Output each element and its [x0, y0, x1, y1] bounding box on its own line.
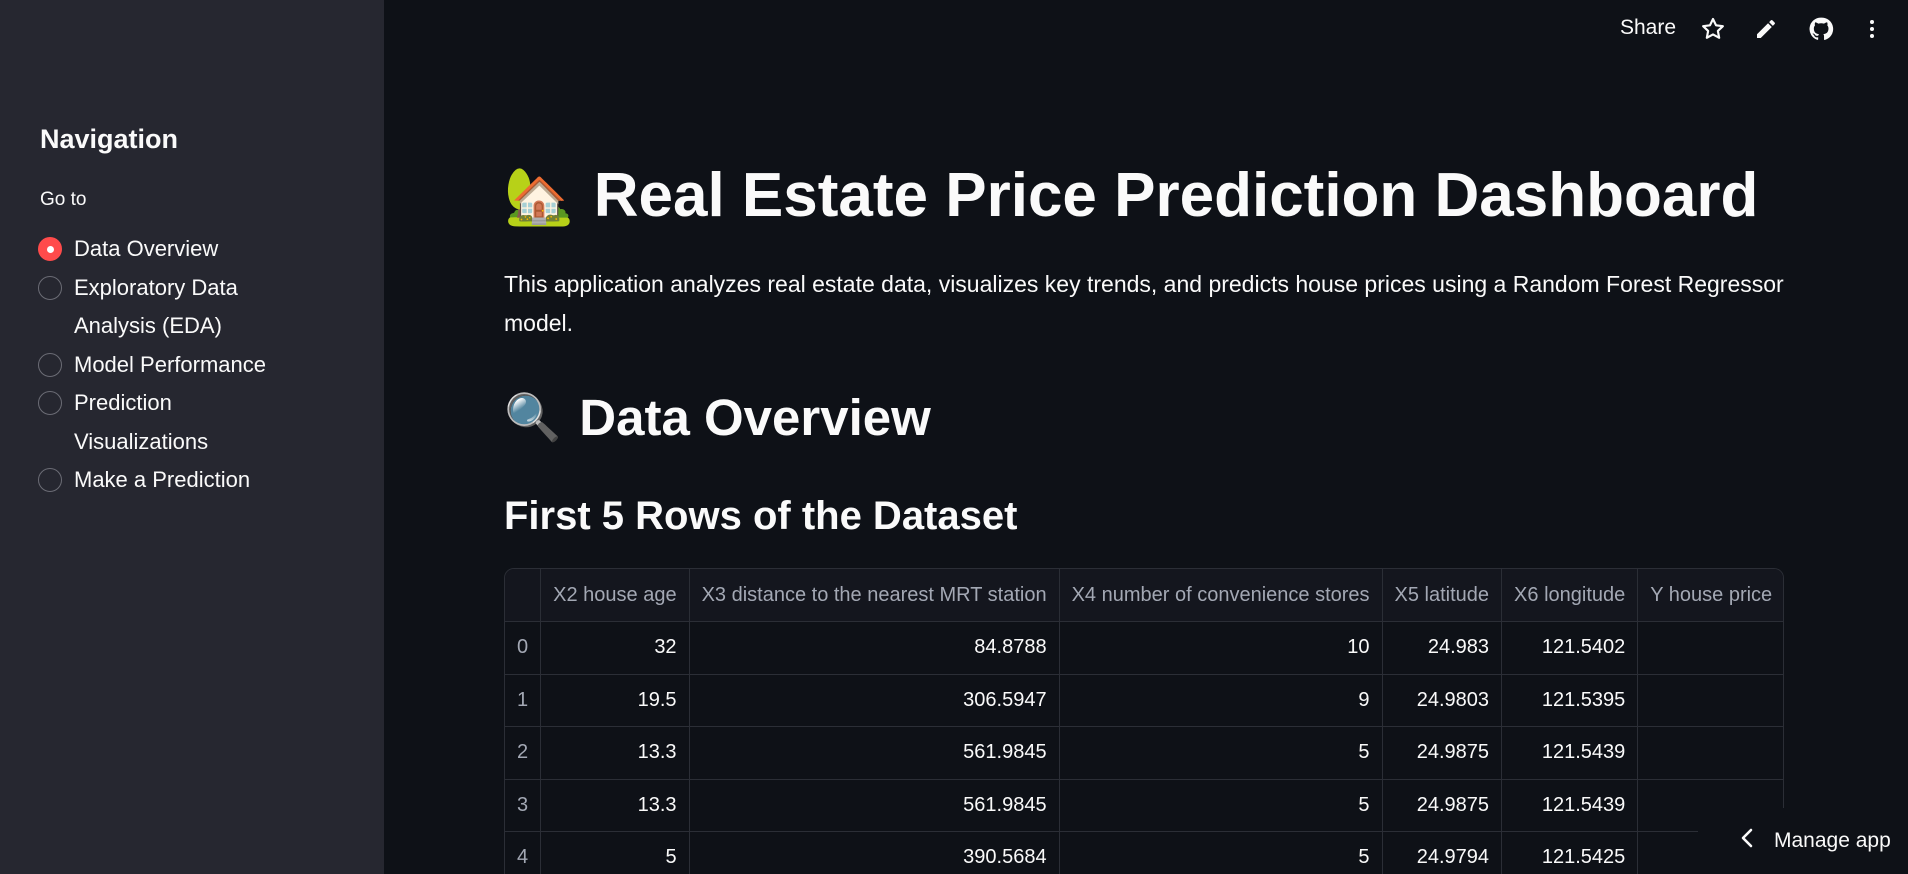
table-cell[interactable]: 24.9875	[1382, 726, 1503, 780]
column-header[interactable]: Y house price	[1637, 569, 1783, 622]
nav-option-make-prediction[interactable]: Make a Prediction	[38, 461, 358, 500]
nav-option-eda[interactable]: Exploratory Data Analysis (EDA)	[38, 269, 358, 346]
table-cell[interactable]	[1637, 674, 1783, 727]
column-header-index[interactable]	[505, 569, 542, 622]
radio-unchecked-icon	[38, 275, 62, 300]
column-header[interactable]: X3 distance to the nearest MRT station	[689, 569, 1060, 622]
table-row: 0 32 84.8788 10 24.983 121.5402	[505, 621, 1783, 675]
table-cell[interactable]: 5	[1059, 779, 1383, 832]
table-cell[interactable]: 19.5	[540, 674, 690, 727]
row-index: 3	[505, 779, 542, 832]
table-cell[interactable]	[1637, 726, 1783, 780]
table-cell[interactable]	[1637, 621, 1783, 675]
page-title-text: Real Estate Price Prediction Dashboard	[593, 161, 1759, 230]
radio-unchecked-icon	[38, 468, 62, 492]
radio-checked-icon	[38, 237, 62, 261]
table-row: 4 5 390.5684 5 24.9794 121.5425	[505, 831, 1783, 874]
table-cell[interactable]: 5	[1059, 726, 1383, 780]
manage-app-label: Manage app	[1774, 829, 1891, 852]
row-index: 1	[505, 674, 542, 727]
magnifier-emoji-icon: 🔍	[504, 390, 562, 444]
table-row: 2 13.3 561.9845 5 24.9875 121.5439	[505, 726, 1783, 780]
column-header[interactable]: X6 longitude	[1501, 569, 1639, 622]
radio-unchecked-icon	[38, 391, 62, 415]
table-cell[interactable]: 121.5425	[1501, 831, 1639, 874]
table-cell[interactable]: 84.8788	[689, 621, 1060, 675]
row-index: 4	[505, 831, 542, 874]
table-cell[interactable]: 121.5439	[1501, 726, 1639, 780]
radio-unchecked-icon	[38, 352, 62, 377]
table-cell[interactable]: 121.5402	[1501, 621, 1639, 675]
chevron-left-icon	[1740, 828, 1754, 854]
intro-paragraph: This application analyzes real estate da…	[504, 271, 1784, 336]
nav-option-label: Prediction Visualizations	[74, 390, 209, 454]
nav-option-model-performance[interactable]: Model Performance	[38, 346, 358, 385]
data-table[interactable]: X2 house age X3 distance to the nearest …	[504, 568, 1784, 874]
table-cell[interactable]: 24.983	[1382, 621, 1503, 675]
table-cell[interactable]: 9	[1059, 674, 1383, 727]
section-title-text: Data Overview	[579, 389, 931, 446]
dataframe: X2 house age X3 distance to the nearest …	[505, 569, 1783, 874]
table-cell[interactable]: 306.5947	[689, 674, 1060, 727]
nav-option-prediction-visualizations[interactable]: Prediction Visualizations	[38, 384, 358, 461]
row-index: 2	[505, 726, 542, 780]
column-header[interactable]: X2 house age	[540, 569, 690, 622]
table-cell[interactable]: 561.9845	[689, 726, 1060, 780]
sidebar: Navigation Go to Data Overview Explorato…	[0, 0, 384, 874]
house-emoji-icon: 🏡	[504, 163, 574, 229]
table-row: 3 13.3 561.9845 5 24.9875 121.5439	[505, 779, 1783, 832]
table-cell[interactable]: 13.3	[540, 779, 690, 832]
sidebar-title: Navigation	[40, 124, 179, 154]
table-cell[interactable]: 10	[1059, 621, 1383, 675]
section-title: 🔍 Data Overview	[504, 388, 931, 447]
table-row: 1 19.5 306.5947 9 24.9803 121.5395	[505, 674, 1783, 727]
column-header[interactable]: X5 latitude	[1382, 569, 1503, 622]
github-icon[interactable]	[1806, 14, 1836, 44]
nav-option-label: Exploratory Data Analysis (EDA)	[74, 274, 238, 339]
table-cell[interactable]: 24.9875	[1382, 779, 1503, 832]
share-button[interactable]: Share	[1620, 16, 1676, 40]
nav-option-label: Model Performance	[74, 351, 266, 377]
table-header-row: X2 house age X3 distance to the nearest …	[505, 569, 1783, 622]
table-cell[interactable]: 121.5439	[1501, 779, 1639, 832]
nav-option-label: Data Overview	[74, 236, 219, 261]
table-cell[interactable]: 561.9845	[689, 779, 1060, 832]
page-title: 🏡 Real Estate Price Prediction Dashboard	[504, 160, 1758, 231]
table-cell[interactable]: 5	[1059, 831, 1383, 874]
row-index: 0	[505, 621, 542, 675]
table-cell[interactable]: 5	[540, 831, 690, 874]
pencil-icon[interactable]	[1751, 14, 1781, 44]
column-header[interactable]: X4 number of convenience stores	[1059, 569, 1383, 622]
table-title: First 5 Rows of the Dataset	[504, 494, 1018, 538]
star-icon[interactable]	[1698, 14, 1728, 44]
manage-app-button[interactable]: Manage app	[1698, 808, 1908, 874]
more-vertical-icon[interactable]	[1857, 14, 1887, 44]
nav-option-label: Make a Prediction	[74, 467, 251, 492]
table-cell[interactable]: 24.9794	[1382, 831, 1503, 874]
table-cell[interactable]: 32	[540, 621, 690, 675]
table-cell[interactable]: 121.5395	[1501, 674, 1639, 727]
nav-option-data-overview[interactable]: Data Overview	[38, 230, 358, 269]
table-cell[interactable]: 24.9803	[1382, 674, 1503, 727]
nav-radio-group: Data Overview Exploratory Data Analysis …	[38, 230, 358, 500]
table-cell[interactable]: 390.5684	[689, 831, 1060, 874]
table-cell[interactable]: 13.3	[540, 726, 690, 780]
radio-group-label: Go to	[40, 189, 87, 210]
